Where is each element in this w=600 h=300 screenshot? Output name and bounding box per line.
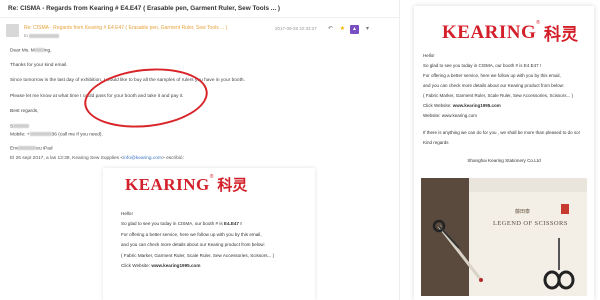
- scissors-icon: [432, 219, 483, 282]
- flyer-line-8: Kind regards: [423, 140, 449, 145]
- signature-mobile: Mobile: +36 (call me if you need).: [10, 132, 103, 138]
- email-date: 2017-09-28 22:33:27: [275, 26, 317, 31]
- card-hello: Hello!: [121, 211, 133, 216]
- email-subject: Re: CISMA - Regards from Kearing # E4.E4…: [0, 0, 400, 18]
- flyer-website-link-2[interactable]: www.kearing.com: [442, 113, 477, 118]
- flyer-kearing-logo: KEARING®科灵: [442, 20, 578, 45]
- flyer-line-6: Website: www.kearing.com: [423, 113, 477, 118]
- star-icon[interactable]: ★: [338, 25, 347, 34]
- quoted-flyer-card: KEARING® 科灵 Hello! So glad to see you tod…: [103, 168, 315, 300]
- card-line-5: Click Website: www.kearing1995.com: [121, 263, 201, 268]
- regards-line: Best regards,: [10, 109, 39, 114]
- flyer-company-name: Shanghai Kearing Stationery Co.Ltd: [467, 158, 541, 163]
- catalog-seal-icon: [561, 204, 569, 214]
- email-pane: Re: CISMA - Regards from Kearing # E4.E4…: [0, 0, 400, 300]
- sender-avatar[interactable]: [6, 24, 19, 37]
- card-line-3: and you can check more details about our…: [121, 242, 266, 247]
- catalog-photo: 藤田泰 LEGEND OF SCISSORS: [421, 178, 587, 296]
- sent-from-line: Env eu iPad: [10, 146, 53, 152]
- card-line-2: For offering a better service, here we f…: [121, 232, 262, 237]
- tag-icon[interactable]: ▲: [350, 25, 359, 34]
- sender-line[interactable]: Re: CISMA - Regards from Kearing # E4.E4…: [24, 25, 227, 31]
- flyer-line-4: ( Fabric Marker, Garment Ruler, Scale Ru…: [423, 93, 574, 98]
- card-website-link[interactable]: www.kearing1995.com: [151, 263, 200, 268]
- thanks-line: Thanks for your kind email.: [10, 63, 68, 68]
- email-header: Re: CISMA - Regards from Kearing # E4.E4…: [4, 22, 396, 44]
- kearing-logo: KEARING® 科灵: [125, 174, 248, 194]
- greeting: Dear Ms. Ming,: [10, 48, 52, 54]
- scissors-product-icon: [543, 238, 575, 290]
- flyer-hello: Hello!: [423, 53, 435, 58]
- reply-icon[interactable]: ↶: [326, 25, 335, 34]
- flyer-line-1: So glad to see you today in CISMA, our b…: [423, 63, 542, 68]
- quote-email-link[interactable]: info@kearing.com: [123, 156, 162, 161]
- flyer-line-5: Click Website: www.kearing1995.com: [423, 103, 501, 108]
- more-icon[interactable]: ▾: [363, 25, 372, 34]
- card-line-1: So glad to see you today in CISMA, our b…: [121, 221, 242, 226]
- highlight-circle: [81, 62, 211, 134]
- flyer-line-2: For offering a better service, here we f…: [423, 73, 561, 78]
- flyer-website-link[interactable]: www.kearing1995.com: [453, 103, 501, 108]
- catalog-cn-title: 藤田泰: [515, 209, 531, 215]
- flyer-panel: KEARING®科灵 Hello! So glad to see you tod…: [414, 6, 594, 300]
- quote-header: El 26 sept 2017, a las 13:39, Kearing Se…: [10, 156, 184, 161]
- flyer-line-3: and you can check more details about our…: [423, 83, 565, 88]
- catalog-title: LEGEND OF SCISSORS: [493, 220, 568, 227]
- signature-name: S: [10, 124, 30, 129]
- card-line-4: ( Fabric Marker, Garment Ruler, Scale Ru…: [121, 253, 275, 258]
- recipient-line[interactable]: to: [24, 33, 60, 38]
- flyer-line-7: If there is anything we can do for you ,…: [423, 130, 580, 135]
